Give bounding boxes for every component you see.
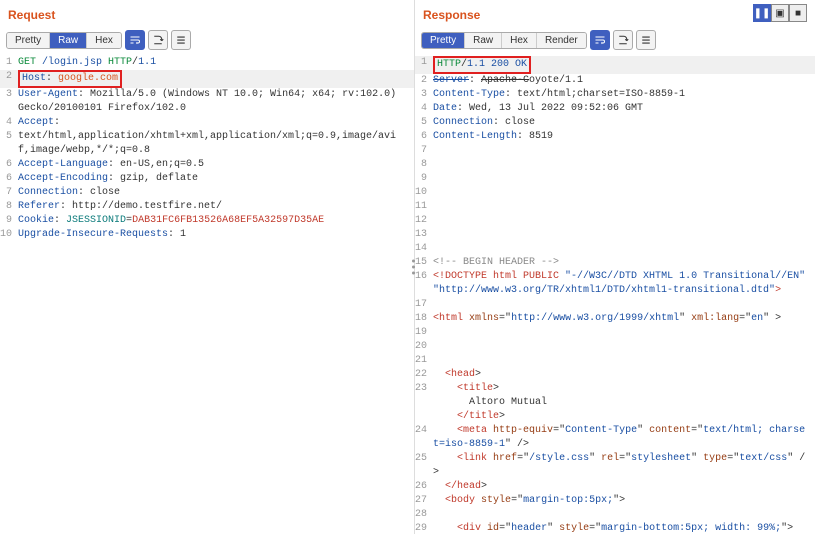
tab-hex[interactable]: Hex	[87, 33, 121, 48]
code-line[interactable]: 1HTTP/1.1 200 OK	[415, 56, 815, 74]
code-line[interactable]: 2Host: google.com	[0, 70, 414, 88]
response-view-tabs: Pretty Raw Hex Render	[421, 32, 587, 49]
code-line[interactable]: 10Upgrade-Insecure-Requests: 1	[0, 228, 414, 242]
code-line[interactable]: 6Content-Length: 8519	[415, 130, 815, 144]
response-pane: Response Pretty Raw Hex Render 1HTTP/1.1…	[415, 0, 815, 534]
code-line[interactable]: 20	[415, 340, 815, 354]
code-line[interactable]: 14	[415, 242, 815, 256]
code-line[interactable]: 21	[415, 354, 815, 368]
newline-button[interactable]	[613, 30, 633, 50]
code-line[interactable]: 18<html xmlns="http://www.w3.org/1999/xh…	[415, 312, 815, 326]
code-line[interactable]: 23 <title>	[415, 382, 815, 396]
split-view: Request Pretty Raw Hex 1GET /login.jsp H…	[0, 0, 815, 534]
response-editor[interactable]: 1HTTP/1.1 200 OK2Server: Apache-Coyote/1…	[415, 54, 815, 534]
code-line[interactable]: 16<!DOCTYPE html PUBLIC "-//W3C//DTD XHT…	[415, 270, 815, 298]
request-pane: Request Pretty Raw Hex 1GET /login.jsp H…	[0, 0, 415, 534]
menu-button[interactable]	[171, 30, 191, 50]
code-line[interactable]: 6Accept-Language: en-US,en;q=0.5	[0, 158, 414, 172]
code-line[interactable]: Altoro Mutual	[415, 396, 815, 410]
code-line[interactable]: 4Accept:	[0, 116, 414, 130]
wrap-icon	[594, 34, 606, 46]
code-line[interactable]: 7	[415, 144, 815, 158]
code-line[interactable]: 13	[415, 228, 815, 242]
code-line[interactable]: 11	[415, 200, 815, 214]
code-line[interactable]: 9Cookie: JSESSIONID=DAB31FC6FB13526A68EF…	[0, 214, 414, 228]
code-line[interactable]: 28	[415, 508, 815, 522]
code-line[interactable]: 12	[415, 214, 815, 228]
code-line[interactable]: 29 <div id="header" style="margin-bottom…	[415, 522, 815, 534]
response-toolbar: Pretty Raw Hex Render	[415, 28, 815, 54]
code-line[interactable]: 3User-Agent: Mozilla/5.0 (Windows NT 10.…	[0, 88, 414, 116]
code-line[interactable]: 7Connection: close	[0, 186, 414, 200]
wrap-toggle-button[interactable]	[125, 30, 145, 50]
wrap-icon	[129, 34, 141, 46]
newline-icon	[617, 34, 629, 46]
code-line[interactable]: </title>	[415, 410, 815, 424]
menu-button[interactable]	[636, 30, 656, 50]
response-title: Response	[415, 0, 815, 28]
code-line[interactable]: 1GET /login.jsp HTTP/1.1	[0, 56, 414, 70]
code-line[interactable]: 5Connection: close	[415, 116, 815, 130]
code-line[interactable]: 8	[415, 158, 815, 172]
tab-pretty[interactable]: Pretty	[7, 33, 50, 48]
code-line[interactable]: 22 <head>	[415, 368, 815, 382]
code-line[interactable]: 26 </head>	[415, 480, 815, 494]
code-line[interactable]: 19	[415, 326, 815, 340]
pane-divider[interactable]	[412, 260, 415, 275]
code-line[interactable]: 3Content-Type: text/html;charset=ISO-885…	[415, 88, 815, 102]
code-line[interactable]: 10	[415, 186, 815, 200]
code-line[interactable]: 8Referer: http://demo.testfire.net/	[0, 200, 414, 214]
request-view-tabs: Pretty Raw Hex	[6, 32, 122, 49]
newline-button[interactable]	[148, 30, 168, 50]
code-line[interactable]: 15<!-- BEGIN HEADER -->	[415, 256, 815, 270]
tab-raw[interactable]: Raw	[465, 33, 502, 48]
tab-hex[interactable]: Hex	[502, 33, 537, 48]
code-line[interactable]: 2Server: Apache-Coyote/1.1	[415, 74, 815, 88]
tab-pretty[interactable]: Pretty	[422, 33, 465, 48]
code-line[interactable]: 27 <body style="margin-top:5px;">	[415, 494, 815, 508]
request-toolbar: Pretty Raw Hex	[0, 28, 414, 54]
tab-raw[interactable]: Raw	[50, 33, 87, 48]
code-line[interactable]: 17	[415, 298, 815, 312]
request-title: Request	[0, 0, 414, 28]
newline-icon	[152, 34, 164, 46]
hamburger-icon	[640, 34, 652, 46]
tab-render[interactable]: Render	[537, 33, 586, 48]
code-line[interactable]: 25 <link href="/style.css" rel="styleshe…	[415, 452, 815, 480]
request-editor[interactable]: 1GET /login.jsp HTTP/1.12Host: google.co…	[0, 54, 414, 534]
code-line[interactable]: 24 <meta http-equiv="Content-Type" conte…	[415, 424, 815, 452]
code-line[interactable]: 9	[415, 172, 815, 186]
wrap-toggle-button[interactable]	[590, 30, 610, 50]
code-line[interactable]: 5text/html,application/xhtml+xml,applica…	[0, 130, 414, 158]
code-line[interactable]: 6Accept-Encoding: gzip, deflate	[0, 172, 414, 186]
code-line[interactable]: 4Date: Wed, 13 Jul 2022 09:52:06 GMT	[415, 102, 815, 116]
hamburger-icon	[175, 34, 187, 46]
